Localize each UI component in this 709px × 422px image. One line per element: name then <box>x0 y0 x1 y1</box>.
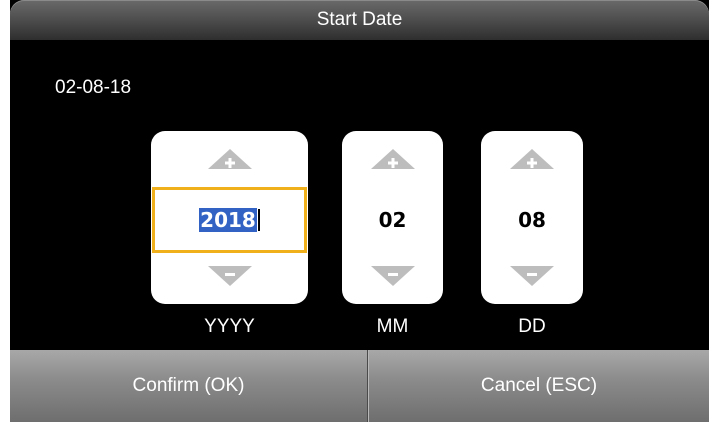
minus-icon <box>510 266 554 286</box>
cancel-button-label: Cancel (ESC) <box>480 375 598 396</box>
year-label: YYYY <box>204 316 255 337</box>
title-bar: Start Date <box>10 0 709 40</box>
month-input[interactable]: 02 <box>342 187 443 253</box>
date-picker-screen: Start Date 02-08-18 2018 02 08 YYYY MM D… <box>10 0 709 422</box>
year-decrement-button[interactable] <box>151 254 308 298</box>
month-value: 02 <box>378 208 407 232</box>
year-spinner: 2018 <box>151 131 308 304</box>
text-caret <box>257 209 260 231</box>
day-value: 08 <box>518 208 546 232</box>
page-title: Start Date <box>316 9 403 30</box>
month-spinner: 02 <box>342 131 443 304</box>
year-input[interactable]: 2018 <box>152 187 307 253</box>
month-increment-button[interactable] <box>342 137 443 181</box>
cancel-button[interactable]: Cancel (ESC) <box>368 350 709 422</box>
month-label: MM <box>376 316 409 337</box>
plus-icon <box>510 149 554 169</box>
minus-icon <box>370 266 415 286</box>
minus-icon <box>207 266 252 286</box>
confirm-button-label: Confirm (OK) <box>132 375 245 396</box>
bottom-action-bar: Confirm (OK) Cancel (ESC) <box>10 350 709 422</box>
current-date-display: 02-08-18 <box>55 77 132 98</box>
plus-icon <box>207 149 252 169</box>
day-label: DD <box>518 316 546 337</box>
confirm-button[interactable]: Confirm (OK) <box>10 350 368 422</box>
month-decrement-button[interactable] <box>342 254 443 298</box>
day-increment-button[interactable] <box>481 137 583 181</box>
day-spinner: 08 <box>481 131 583 304</box>
plus-icon <box>370 149 415 169</box>
year-increment-button[interactable] <box>151 137 308 181</box>
day-decrement-button[interactable] <box>481 254 583 298</box>
day-input[interactable]: 08 <box>481 187 583 253</box>
year-value: 2018 <box>199 208 257 232</box>
